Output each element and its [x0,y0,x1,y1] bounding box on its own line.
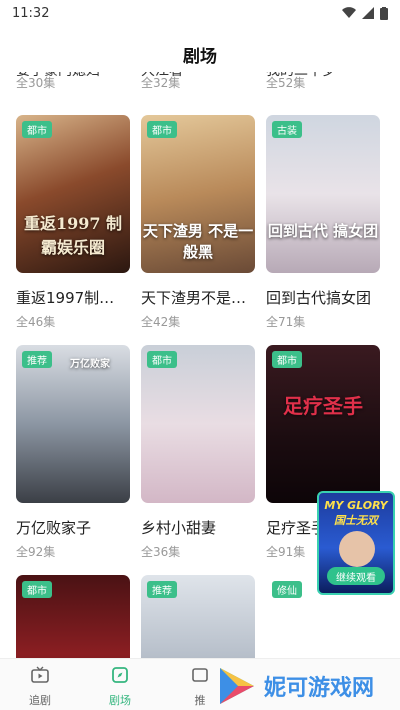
signal-icon [362,7,374,19]
drama-title[interactable]: 重返1997制… [16,287,130,308]
drama-title[interactable]: 乡村小甜妻 [141,517,255,538]
ad-subtitle: MY GLORY [324,499,388,512]
battery-icon [380,6,388,20]
cut-count-2: 全32集 [141,76,181,90]
status-time: 11:32 [12,5,50,21]
tab-theater[interactable]: 剧场 [90,665,150,708]
watermark-text: 妮可游戏网 [264,676,375,701]
drama-poster[interactable]: 都市 [16,575,130,658]
ad-actor-image [339,531,375,567]
drama-poster[interactable]: 推荐 [141,575,255,658]
drama-poster[interactable]: 都市 [141,345,255,503]
drama-card[interactable]: 都市 重返1997 制霸娱乐圈 重返1997制… 全46集 [16,115,130,330]
poster-title: 万亿败家 [70,359,110,370]
drama-title[interactable]: 天下渣男不是… [141,287,255,308]
page-title: 剧场 [183,46,217,67]
genre-tag: 都市 [147,121,177,138]
drama-card[interactable]: 推荐 万亿败家 万亿败家子 全92集 [16,345,130,560]
drama-card[interactable]: 都市 天下渣男 不是一般黑 天下渣男不是… 全42集 [141,115,255,330]
tab-follow[interactable]: 追剧 [10,665,70,708]
drama-card[interactable]: 都市 乡村小甜妻 全36集 [141,345,255,560]
cut-count-1: 全30集 [16,76,56,90]
poster-title: 回到古代 搞女团 [267,222,379,240]
tab-label: 剧场 [109,694,131,707]
status-icons [342,6,388,20]
drama-poster[interactable]: 推荐 万亿败家 [16,345,130,503]
cut-off-row: 娶了豪门媳妇 大江看 我的二十岁 全30集 全32集 全52集 [0,72,400,100]
poster-title: 天下渣男 不是一般黑 [142,222,254,261]
genre-tag: 推荐 [22,351,52,368]
episode-count: 全92集 [16,545,56,559]
genre-tag: 古装 [272,121,302,138]
cut-count-3: 全52集 [266,76,306,90]
wifi-icon [342,7,356,19]
drama-card[interactable]: 都市 [16,575,130,658]
ad-title: MY GLORY 国士无双 [319,499,393,528]
drama-card[interactable]: 古装 回到古代 搞女团 回到古代搞女团 全71集 [266,115,380,330]
drama-title[interactable]: 万亿败家子 [16,517,130,538]
episode-count: 全42集 [141,315,181,329]
tab-label: 追剧 [29,694,51,707]
status-bar: 11:32 [0,0,400,26]
drama-poster[interactable]: 都市 天下渣男 不是一般黑 [141,115,255,273]
genre-tag: 都市 [147,351,177,368]
genre-tag: 都市 [272,351,302,368]
poster-title: 重返1997 制霸娱乐圈 [23,214,123,257]
watermark-logo: 妮可游戏网 [218,662,400,710]
drama-poster[interactable]: 都市 重返1997 制霸娱乐圈 [16,115,130,273]
floating-ad[interactable]: MY GLORY 国士无双 继续观看 [317,491,395,595]
tv-icon [31,666,49,683]
continue-watching-button[interactable]: 继续观看 [327,567,385,585]
poster-title: 足疗圣手 [283,394,363,418]
genre-tag: 推荐 [147,581,177,598]
compass-icon [112,667,128,683]
recommend-icon [192,668,208,682]
genre-tag: 都市 [22,121,52,138]
ad-drama-name: 国士无双 [334,514,378,527]
drama-card[interactable]: 推荐 [141,575,255,658]
episode-count: 全46集 [16,315,56,329]
drama-poster[interactable]: 都市 足疗圣手 [266,345,380,503]
genre-tag: 都市 [22,581,52,598]
episode-count: 全36集 [141,545,181,559]
genre-tag: 修仙 [272,581,302,598]
drama-title[interactable]: 回到古代搞女团 [266,287,380,308]
drama-poster[interactable]: 古装 回到古代 搞女团 [266,115,380,273]
play-logo-icon [220,668,254,704]
episode-count: 全71集 [266,315,306,329]
